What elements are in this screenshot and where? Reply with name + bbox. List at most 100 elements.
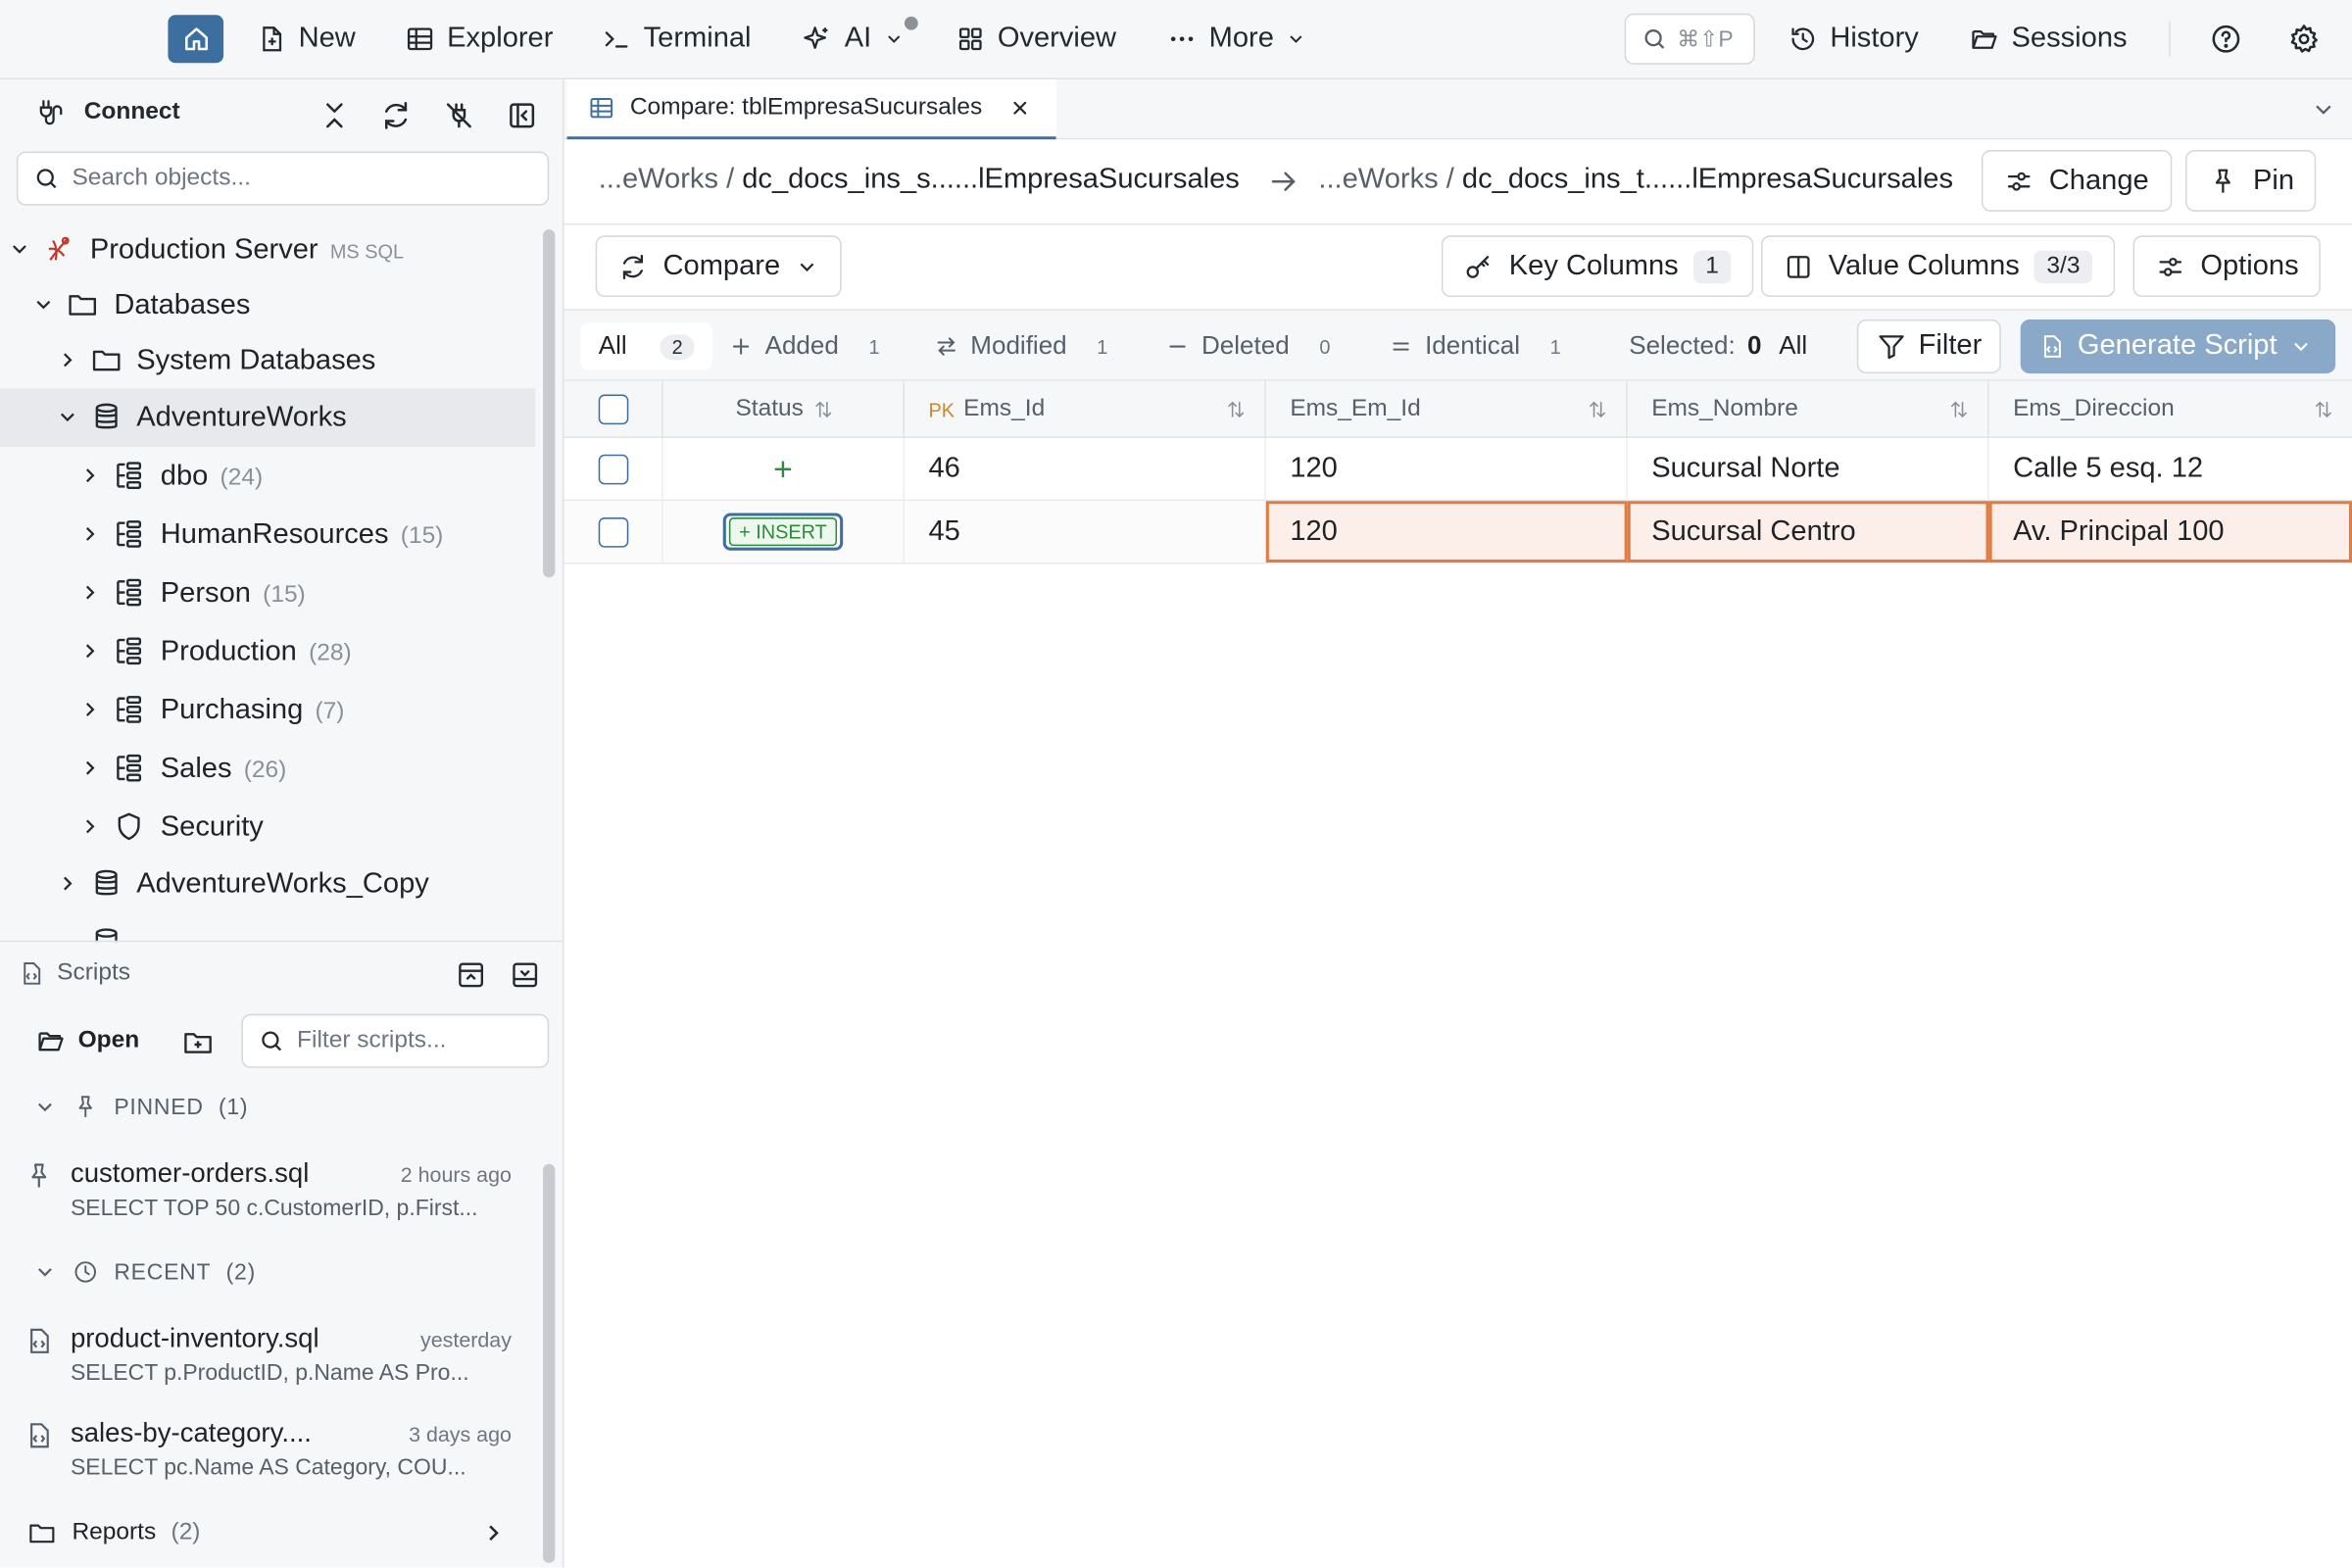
chevron-right-icon [480, 1519, 508, 1546]
search-icon [1641, 25, 1668, 53]
scripts-scrollbar[interactable] [543, 1163, 556, 1563]
tree-node-server[interactable]: Production Server MS SQL [0, 222, 535, 278]
column-header-status[interactable]: Status [663, 380, 905, 438]
history-button[interactable]: History [1788, 15, 1919, 63]
tree-node-schema-sales[interactable]: Sales (26) [0, 740, 535, 799]
script-item[interactable]: sales-by-category.... 3 days ago SELECT … [21, 1417, 515, 1495]
overview-button[interactable]: Overview [956, 15, 1116, 63]
expand-panel-icon[interactable] [509, 958, 542, 992]
reports-folder[interactable]: Reports (2) [27, 1512, 508, 1554]
collapse-sidebar-icon[interactable] [506, 99, 539, 132]
collapse-panel-icon[interactable] [455, 958, 488, 992]
source-table-path[interactable]: ...eWorks / dc_docs_ins_s......lEmpresaS… [599, 164, 1240, 197]
filter-all[interactable]: All 2 [580, 322, 713, 371]
filter-deleted[interactable]: Deleted 0 [1165, 322, 1330, 370]
options-button[interactable]: Options [2132, 235, 2322, 298]
collapse-all-icon[interactable] [318, 99, 351, 132]
command-palette-button[interactable]: ⌘⇧P [1624, 13, 1755, 65]
plug-icon [36, 97, 67, 127]
tree-node-schema-person[interactable]: Person (15) [0, 564, 535, 623]
settings-button[interactable] [2287, 15, 2321, 63]
more-button[interactable]: More [1167, 15, 1307, 63]
clock-icon [72, 1258, 99, 1286]
terminal-button[interactable]: Terminal [602, 15, 752, 63]
tree-node-schema-dbo[interactable]: dbo (24) [0, 447, 535, 506]
compare-breadcrumb: ...eWorks / dc_docs_ins_s......lEmpresaS… [564, 139, 2352, 225]
filter-modified[interactable]: Modified 1 [935, 322, 1107, 370]
help-button[interactable] [2210, 15, 2243, 63]
column-header-ems-id[interactable]: PK Ems_Id [905, 380, 1266, 438]
chevron-down-icon[interactable] [2310, 96, 2337, 123]
sessions-button[interactable]: Sessions [1970, 15, 2128, 63]
recent-section-toggle[interactable]: RECENT (2) [33, 1258, 256, 1286]
filter-added[interactable]: Added 1 [729, 322, 880, 370]
table-row[interactable]: + INSERT 45 120 Sucursal Centro Av. Prin… [564, 501, 2352, 564]
tree-node-schema-production[interactable]: Production (28) [0, 622, 535, 681]
open-script-button[interactable]: Open [36, 1026, 139, 1056]
key-columns-button[interactable]: Key Columns 1 [1441, 235, 1754, 298]
target-table-path[interactable]: ...eWorks / dc_docs_ins_t......lEmpresaS… [1318, 164, 1953, 197]
refresh-icon[interactable] [379, 99, 413, 132]
row-checkbox[interactable] [597, 454, 628, 484]
select-all-checkbox[interactable] [597, 394, 628, 425]
grid-header: Status PK Ems_Id Ems_Em_Id Ems_Nombre Em… [564, 380, 2352, 438]
select-all-label: All [1779, 331, 1808, 361]
tab-compare[interactable]: Compare: tblEmpresaSucursales [566, 79, 1056, 140]
chevron-right-icon [78, 814, 102, 838]
schema-name: Person [160, 576, 251, 609]
adventureworks-label: AdventureWorks [136, 401, 347, 433]
script-preview: SELECT p.ProductID, p.Name AS Pro... [70, 1360, 469, 1387]
tree-node-security[interactable]: Security [0, 798, 535, 857]
script-item[interactable]: product-inventory.sql yesterday SELECT p… [21, 1323, 515, 1401]
script-item[interactable]: customer-orders.sql 2 hours ago SELECT T… [21, 1158, 515, 1237]
row-checkbox[interactable] [597, 516, 628, 547]
cell-ems-direccion-changed[interactable]: Av. Principal 100 [1988, 501, 2352, 563]
help-icon [2210, 23, 2243, 56]
filter-modified-label: Modified [970, 331, 1067, 361]
tree-node-schema-purchasing[interactable]: Purchasing (7) [0, 681, 535, 740]
new-button[interactable]: New [257, 15, 356, 63]
tree-node-schema-humanresources[interactable]: HumanResources (15) [0, 506, 535, 564]
home-button[interactable] [168, 15, 224, 64]
compare-button[interactable]: Compare [595, 235, 842, 298]
insert-status-badge[interactable]: + INSERT [722, 513, 844, 551]
pin-button[interactable]: Pin [2185, 150, 2317, 212]
script-name: sales-by-category.... [70, 1417, 312, 1448]
tree-node-adventureworks[interactable]: AdventureWorks [0, 388, 536, 448]
change-button[interactable]: Change [1981, 150, 2172, 212]
filter-all-count: 2 [660, 333, 695, 360]
code-file-icon [24, 1326, 54, 1356]
cell-ems-nombre-changed[interactable]: Sucursal Centro [1627, 501, 1989, 563]
pinned-section-toggle[interactable]: PINNED (1) [33, 1094, 249, 1121]
column-header-label: Ems_Id [963, 396, 1046, 422]
column-header-ems-em-id[interactable]: Ems_Em_Id [1266, 380, 1628, 438]
filter-button[interactable]: Filter [1856, 319, 2002, 374]
tree-node-adventureworks-copy[interactable]: AdventureWorks_Copy [0, 855, 535, 913]
tree-node-databases[interactable]: Databases [0, 277, 535, 333]
search-objects-input[interactable]: Search objects... [16, 151, 550, 206]
new-folder-icon[interactable] [181, 1026, 215, 1059]
close-icon[interactable] [1009, 97, 1030, 118]
column-header-ems-direccion[interactable]: Ems_Direccion [1989, 381, 2352, 438]
chevron-right-icon [56, 871, 79, 895]
explorer-button[interactable]: Explorer [405, 15, 553, 63]
filter-scripts-input[interactable]: Filter scripts... [241, 1013, 550, 1068]
sidebar-header: Connect [0, 79, 563, 148]
cell-ems-em-id-changed[interactable]: 120 [1265, 501, 1628, 563]
tree-node-system-databases[interactable]: System Databases [0, 333, 535, 389]
generate-script-button[interactable]: Generate Script [2020, 319, 2336, 374]
ai-label: AI [844, 22, 872, 55]
select-all-link[interactable]: All [1779, 322, 1807, 370]
value-columns-button[interactable]: Value Columns 3/3 [1760, 235, 2115, 298]
disconnect-icon[interactable] [443, 99, 476, 132]
table-row[interactable]: + 46 120 Sucursal Norte Calle 5 esq. 12 [564, 437, 2352, 502]
tree-scrollbar[interactable] [543, 229, 556, 578]
compare-label: Compare [662, 249, 781, 281]
ai-button[interactable]: AI [803, 15, 905, 63]
sessions-label: Sessions [2011, 22, 2128, 55]
connect-button[interactable]: Connect [36, 97, 180, 127]
filter-identical[interactable]: Identical 1 [1389, 322, 1561, 370]
script-time: 3 days ago [409, 1422, 512, 1446]
column-header-ems-nombre[interactable]: Ems_Nombre [1628, 380, 1989, 438]
schema-count: (7) [315, 698, 345, 724]
